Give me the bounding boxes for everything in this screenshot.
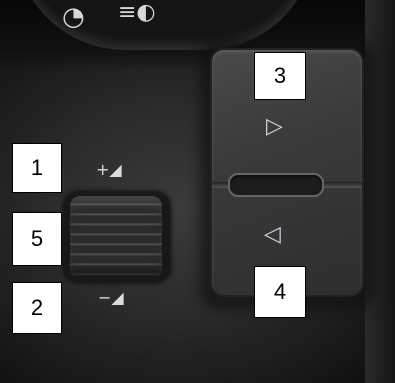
speedometer-icon: ◔ <box>62 2 85 32</box>
thumb-wheel[interactable] <box>70 196 162 278</box>
rocker-center-ridge <box>228 173 324 197</box>
triangle-left-icon[interactable]: ◁ <box>264 222 281 247</box>
label-1-text: 1 <box>30 155 44 180</box>
label-4-text: 4 <box>273 279 287 304</box>
volume-down-icon[interactable]: −◢ <box>98 288 124 307</box>
label-2: 2 <box>12 282 62 334</box>
label-3: 3 <box>254 52 306 100</box>
label-3-text: 3 <box>273 63 287 88</box>
label-2-text: 2 <box>30 295 44 320</box>
label-5: 5 <box>12 212 62 266</box>
label-1: 1 <box>12 143 62 193</box>
label-4: 4 <box>254 266 306 318</box>
triangle-right-icon[interactable]: ▷ <box>266 114 283 139</box>
headlight-icon: ≡◐ <box>118 0 156 25</box>
label-5-text: 5 <box>30 226 44 251</box>
volume-up-icon[interactable]: +◢ <box>96 160 122 179</box>
steering-wheel-controls-photo: ◔ ≡◐ ▷ ◁ +◢ −◢ 1 5 2 3 4 <box>0 0 395 383</box>
